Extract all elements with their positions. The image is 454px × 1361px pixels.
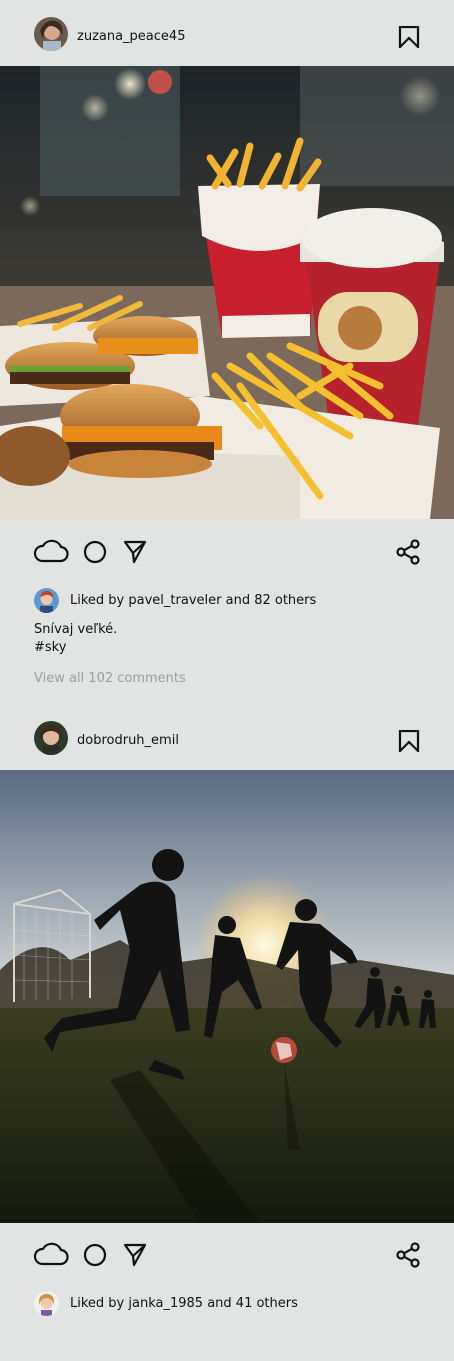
user-avatar[interactable]	[34, 721, 68, 755]
bookmark-icon[interactable]	[398, 730, 420, 752]
post-2: dobrodruh_emil Liked by janka_1985 and 4…	[0, 704, 454, 1316]
send-icon[interactable]	[123, 1243, 147, 1267]
circle-icon[interactable]	[83, 1243, 107, 1267]
view-comments-link[interactable]: View all 102 comments	[34, 671, 186, 686]
share-icon[interactable]	[396, 539, 420, 565]
likes-row: Liked by pavel_traveler and 82 others	[0, 588, 454, 616]
liker-avatar[interactable]	[34, 588, 59, 613]
post-actions	[0, 1240, 454, 1280]
post-image[interactable]	[0, 770, 454, 1223]
cloud-icon[interactable]	[33, 537, 69, 565]
circle-icon[interactable]	[83, 540, 107, 564]
post-header: zuzana_peace45	[0, 0, 454, 66]
send-icon[interactable]	[123, 540, 147, 564]
post-actions	[0, 537, 454, 577]
hashtag[interactable]: #sky	[34, 639, 117, 657]
likes-suffix[interactable]: and 82 others	[226, 593, 317, 608]
username[interactable]: dobrodruh_emil	[77, 733, 179, 749]
likes-text: Liked by pavel_traveler and 82 others	[70, 593, 316, 609]
liker-username[interactable]: janka_1985	[128, 1296, 203, 1311]
likes-prefix: Liked by	[70, 1296, 125, 1311]
liker-avatar[interactable]	[34, 1291, 59, 1316]
cloud-icon[interactable]	[33, 1240, 69, 1268]
user-avatar[interactable]	[34, 17, 68, 51]
caption-text: Snívaj veľké.	[34, 622, 118, 637]
username[interactable]: zuzana_peace45	[77, 29, 185, 45]
likes-suffix[interactable]: and 41 others	[207, 1296, 298, 1311]
likes-row: Liked by janka_1985 and 41 others	[0, 1291, 454, 1319]
liker-username[interactable]: pavel_traveler	[128, 593, 221, 608]
post-1: zuzana_peace45 Liked by pavel_traveler a…	[0, 0, 454, 686]
likes-prefix: Liked by	[70, 593, 125, 608]
bookmark-icon[interactable]	[398, 26, 420, 48]
caption: Snívaj veľké. #sky	[34, 621, 117, 657]
likes-text: Liked by janka_1985 and 41 others	[70, 1296, 298, 1312]
post-header: dobrodruh_emil	[0, 704, 454, 770]
post-image[interactable]	[0, 66, 454, 519]
share-icon[interactable]	[396, 1242, 420, 1268]
